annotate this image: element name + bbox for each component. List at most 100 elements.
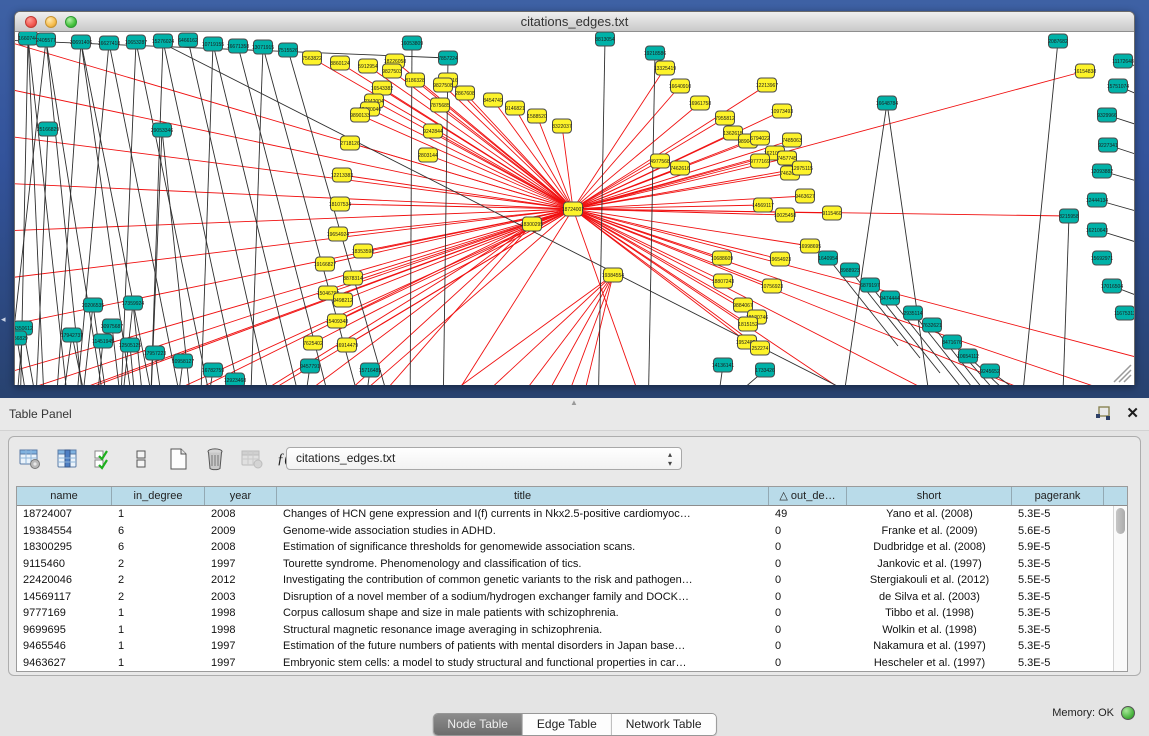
- graph-node[interactable]: 19654923: [769, 252, 791, 266]
- graph-node[interactable]: 19166827: [314, 257, 336, 271]
- table-cell[interactable]: 5.3E-5: [1012, 556, 1104, 573]
- table-cell[interactable]: 0: [769, 523, 847, 540]
- table-cell[interactable]: 22420046: [17, 572, 112, 589]
- graph-node[interactable]: 17359924: [122, 296, 144, 310]
- table-cell[interactable]: 1: [112, 622, 205, 639]
- graph-node[interactable]: 8454749: [483, 93, 503, 107]
- black-edge[interactable]: [160, 42, 853, 385]
- graph-node[interactable]: 29053346: [151, 123, 173, 137]
- table-cell[interactable]: Jankovic et al. (1997): [847, 556, 1012, 573]
- table-cell[interactable]: 2: [112, 572, 205, 589]
- table-cell[interactable]: 2012: [205, 572, 277, 589]
- graph-node[interactable]: 30975687: [101, 319, 123, 333]
- table-cell[interactable]: 5.5E-5: [1012, 572, 1104, 589]
- black-edge[interactable]: [648, 53, 655, 385]
- graph-node[interactable]: 16627418: [98, 36, 120, 50]
- table-row[interactable]: 911546021997Tourette syndrome. Phenomeno…: [17, 556, 1127, 573]
- graph-node[interactable]: 7515526: [278, 43, 298, 57]
- graph-node[interactable]: 13071915: [252, 40, 274, 54]
- graph-node[interactable]: 19218586: [644, 46, 666, 60]
- graph-node[interactable]: 16648784: [876, 96, 898, 110]
- graph-node[interactable]: 7955812: [715, 111, 735, 125]
- table-cell[interactable]: 1997: [205, 638, 277, 655]
- graph-node[interactable]: 16914479: [336, 338, 358, 352]
- red-edge[interactable]: [573, 209, 1134, 385]
- graph-node[interactable]: 7625402: [303, 336, 323, 350]
- table-cell[interactable]: Investigating the contribution of common…: [277, 572, 769, 589]
- table-cell[interactable]: 5.3E-5: [1012, 506, 1104, 523]
- graph-node[interactable]: 9463627: [795, 189, 815, 203]
- black-edge[interactable]: [188, 40, 275, 385]
- graph-node[interactable]: 19654924: [327, 227, 349, 241]
- graph-node[interactable]: 12444134: [1086, 193, 1108, 207]
- table-cell[interactable]: 9777169: [17, 605, 112, 622]
- graph-node[interactable]: 18353598: [352, 244, 374, 258]
- graph-node[interactable]: 14136141: [712, 358, 734, 372]
- table-cell[interactable]: 0: [769, 556, 847, 573]
- graph-node[interactable]: 9242844: [423, 124, 443, 138]
- graph-node[interactable]: 16671358: [227, 39, 249, 53]
- graph-node[interactable]: 11156829: [15, 331, 28, 345]
- graph-node[interactable]: 17942737: [61, 328, 83, 342]
- table-cell[interactable]: 2: [112, 556, 205, 573]
- graph-node[interactable]: 8322037: [552, 119, 572, 133]
- table-cell[interactable]: 1: [112, 506, 205, 523]
- table-cell[interactable]: 6: [112, 539, 205, 556]
- table-cell[interactable]: 5.3E-5: [1012, 605, 1104, 622]
- table-row[interactable]: 1872400712008Changes of HCN gene express…: [17, 506, 1127, 523]
- table-cell[interactable]: Estimation of significance thresholds fo…: [277, 539, 769, 556]
- table-cell[interactable]: Yano et al. (2008): [847, 506, 1012, 523]
- graph-node[interactable]: 8186328: [405, 73, 425, 87]
- red-edge[interactable]: [573, 209, 1055, 385]
- network-graph[interactable]: 1660744240557730691406166274181065328715…: [15, 32, 1134, 385]
- graph-node[interactable]: 10654112: [957, 349, 979, 363]
- table-cell[interactable]: Franke et al. (2009): [847, 523, 1012, 540]
- column-header-name[interactable]: name: [17, 487, 112, 505]
- table-settings-button[interactable]: [17, 446, 43, 472]
- graph-node[interactable]: 25166829: [37, 122, 59, 136]
- graph-node[interactable]: 9890133: [350, 108, 370, 122]
- black-edge[interactable]: [150, 41, 163, 385]
- black-edge[interactable]: [263, 47, 365, 385]
- table-cell[interactable]: 1997: [205, 655, 277, 672]
- table-row[interactable]: 946362711997Embryonic stem cells: a mode…: [17, 655, 1127, 672]
- table-row[interactable]: 969969511998Structural magnetic resonanc…: [17, 622, 1127, 639]
- graph-node[interactable]: 17957223: [144, 346, 166, 360]
- graph-node[interactable]: 9227341: [1098, 138, 1118, 152]
- black-edge[interactable]: [840, 103, 887, 385]
- graph-node[interactable]: 9457791: [300, 359, 320, 373]
- table-cell[interactable]: 49: [769, 506, 847, 523]
- graph-node[interactable]: 8813054: [595, 32, 615, 46]
- table-cell[interactable]: 0: [769, 655, 847, 672]
- graph-node[interactable]: 8988923: [840, 263, 860, 277]
- table-cell[interactable]: Dudbridge et al. (2008): [847, 539, 1012, 556]
- graph-node[interactable]: 12093882: [1091, 164, 1113, 178]
- graph-node[interactable]: 17016504: [1101, 279, 1123, 293]
- graph-node[interactable]: 20206535: [82, 298, 104, 312]
- graph-node[interactable]: 9474444: [880, 291, 900, 305]
- table-cell[interactable]: Embryonic stem cells: a model to study s…: [277, 655, 769, 672]
- table-cell[interactable]: 0: [769, 622, 847, 639]
- graph-node[interactable]: 12213383: [331, 168, 353, 182]
- table-cell[interactable]: 5.3E-5: [1012, 655, 1104, 672]
- graph-node[interactable]: 9115460: [822, 206, 841, 220]
- column-header-in_degree[interactable]: in_degree: [112, 487, 205, 505]
- table-cell[interactable]: Tibbo et al. (1998): [847, 605, 1012, 622]
- graph-node[interactable]: 2803144: [418, 148, 438, 162]
- table-cell[interactable]: 5.9E-5: [1012, 539, 1104, 556]
- graph-node[interactable]: 12923468: [224, 373, 246, 385]
- graph-node[interactable]: 16640910: [669, 79, 691, 93]
- table-select-dropdown[interactable]: citations_edges.txt ▴▾: [286, 447, 682, 470]
- splitter-handle-icon[interactable]: ▲: [570, 398, 578, 407]
- panel-collapse-arrow[interactable]: ◂: [1, 314, 6, 325]
- graph-node[interactable]: 16782759: [202, 363, 224, 377]
- graph-node[interactable]: 9498212: [333, 293, 353, 307]
- table-cell[interactable]: Hescheler et al. (1997): [847, 655, 1012, 672]
- table-cell[interactable]: 1997: [205, 556, 277, 573]
- black-edge[interactable]: [1062, 216, 1069, 385]
- graph-node[interactable]: 12505125: [119, 338, 141, 352]
- graph-node[interactable]: 9329966: [1097, 108, 1117, 122]
- table-cell[interactable]: Structural magnetic resonance image aver…: [277, 622, 769, 639]
- table-cell[interactable]: Wolkin et al. (1998): [847, 622, 1012, 639]
- graph-node[interactable]: 16961758: [689, 96, 711, 110]
